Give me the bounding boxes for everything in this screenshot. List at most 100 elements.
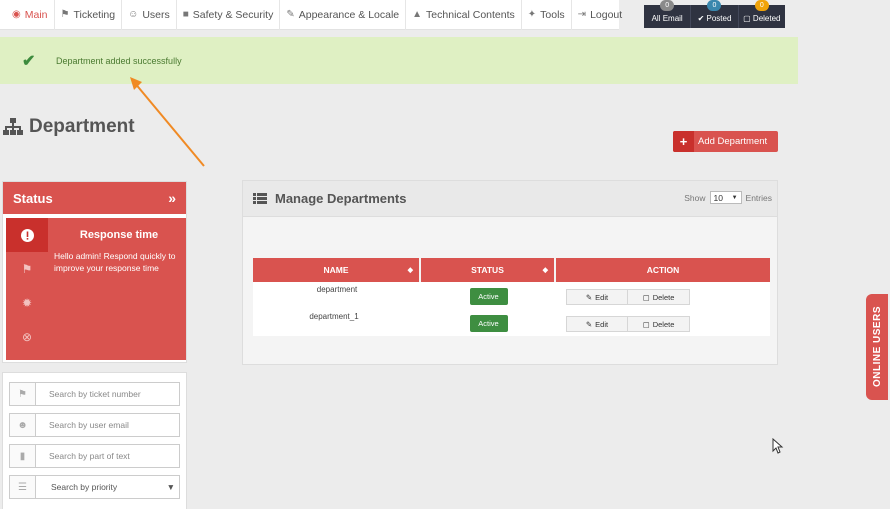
email-search-input[interactable] xyxy=(36,414,179,436)
nav-main[interactable]: ◉ Main xyxy=(6,0,55,30)
plus-icon: + xyxy=(673,131,694,152)
mouse-cursor-icon xyxy=(772,438,784,454)
nav-appearance-locale[interactable]: ✎ Appearance & Locale xyxy=(280,0,407,30)
nav-appearance-label: Appearance & Locale xyxy=(298,8,400,21)
nav-safety-label: Safety & Security xyxy=(192,8,274,21)
deleted-label: Deleted xyxy=(752,14,781,23)
edit-button[interactable]: ✎ Edit xyxy=(566,289,628,305)
status-panel: Status » ⚑ ✹ ⊗ Response time Hello admin… xyxy=(2,181,187,363)
tag-icon: ⚑ xyxy=(10,383,36,405)
posted-label: Posted xyxy=(706,14,732,23)
sort-icon: ◆ xyxy=(542,267,548,274)
department-name-cell: department xyxy=(253,282,421,309)
delete-button[interactable]: ▢ Delete xyxy=(628,289,690,305)
nav-ticketing[interactable]: ⚑ Ticketing xyxy=(55,0,123,30)
column-action: ACTION xyxy=(556,258,770,282)
ticket-search-field: ⚑ xyxy=(9,382,180,406)
page-title-text: Department xyxy=(29,116,135,137)
graduation-cap-icon: ▲ xyxy=(412,9,423,20)
check-icon: ✔ xyxy=(697,14,707,23)
success-alert: ✔ Department added successfully xyxy=(0,37,798,84)
wrench-icon: ✦ xyxy=(527,9,537,20)
user-icon: ☻ xyxy=(10,414,36,436)
list-icon: ☰ xyxy=(10,476,36,498)
column-status[interactable]: STATUS ◆ xyxy=(421,258,556,282)
text-search-field: ▮ xyxy=(9,444,180,468)
edit-button[interactable]: ✎ Edit xyxy=(566,316,628,332)
entries-control: Show 10 ▼ Entries xyxy=(684,191,772,204)
email-counters: 0 All Email 0 ✔ Posted 0 ▢ Deleted xyxy=(644,0,785,28)
lock-icon: ■ xyxy=(182,9,189,20)
nav-tools-label: Tools xyxy=(540,8,565,21)
sort-icon: ◆ xyxy=(407,267,413,274)
caret-down-icon: ▼ xyxy=(731,194,738,201)
trash-icon: ▢ xyxy=(642,319,650,329)
nav-users-label: Users xyxy=(142,8,170,21)
counter-posted[interactable]: 0 ✔ Posted xyxy=(691,0,739,28)
department-action-cell: ✎ Edit ▢ Delete xyxy=(556,309,770,336)
ticket-search-input[interactable] xyxy=(36,383,179,405)
double-chevron-right-icon[interactable]: » xyxy=(168,190,176,206)
tag-icon: ⚑ xyxy=(60,9,70,20)
check-icon: ✔ xyxy=(22,52,36,70)
email-search-field: ☻ xyxy=(9,413,180,437)
response-time-title: Response time xyxy=(79,229,159,241)
department-name-cell: department_1 xyxy=(253,309,421,336)
response-time-text: Hello admin! Respond quickly to improve … xyxy=(54,251,176,273)
department-status-cell: Active xyxy=(421,282,556,309)
pencil-icon: ✎ xyxy=(585,319,593,329)
nav-safety-security[interactable]: ■ Safety & Security xyxy=(177,0,281,30)
sitemap-icon xyxy=(3,118,23,135)
department-status-cell: Active xyxy=(421,309,556,336)
priority-select[interactable]: Search by priority ▼ xyxy=(36,476,179,498)
delete-label: Delete xyxy=(652,292,675,302)
brush-icon: ✎ xyxy=(286,9,295,20)
nav-logout[interactable]: ⇥ Logout xyxy=(572,0,629,30)
add-department-button[interactable]: + Add Department xyxy=(673,131,778,152)
department-name: department_1 xyxy=(309,312,359,321)
exclamation-icon[interactable] xyxy=(6,218,48,252)
main-icon: ◉ xyxy=(12,9,21,20)
department-name: department xyxy=(316,285,358,294)
list-icon xyxy=(253,193,267,204)
users-icon: ☺ xyxy=(128,9,139,20)
status-icon-column: ⚑ ✹ ⊗ xyxy=(6,218,48,360)
search-panel: ⚑ ☻ ▮ ☰ Search by priority ▼ xyxy=(2,372,187,509)
text-search-input[interactable] xyxy=(36,445,179,467)
column-name[interactable]: NAME ◆ xyxy=(253,258,421,282)
entries-value: 10 xyxy=(713,192,723,203)
table-header: NAME ◆ STATUS ◆ ACTION xyxy=(253,258,770,282)
page-title: Department xyxy=(3,116,135,138)
close-circle-icon[interactable]: ⊗ xyxy=(6,320,48,354)
edit-label: Edit xyxy=(595,319,609,329)
nav-technical-contents[interactable]: ▲ Technical Contents xyxy=(406,0,522,30)
status-title: Status xyxy=(13,190,53,206)
table-row: department Active ✎ Edit ▢ Delete xyxy=(253,282,770,309)
status-active-button[interactable]: Active xyxy=(469,288,508,305)
trash-icon: ▢ xyxy=(642,292,650,302)
show-label: Show xyxy=(684,192,706,203)
caret-down-icon: ▼ xyxy=(166,482,175,492)
counter-all-email[interactable]: 0 All Email xyxy=(644,0,692,28)
status-body: ⚑ ✹ ⊗ Response time Hello admin! Respond… xyxy=(6,218,186,360)
online-users-tab[interactable]: ONLINE USERS xyxy=(866,294,888,400)
status-header[interactable]: Status » xyxy=(3,182,186,214)
counter-deleted[interactable]: 0 ▢ Deleted xyxy=(739,0,785,28)
all-email-label: All Email xyxy=(651,14,683,23)
status-active-button[interactable]: Active xyxy=(469,315,508,332)
nav-main-label: Main xyxy=(24,8,48,21)
tag-icon[interactable]: ⚑ xyxy=(6,252,48,286)
nav-tools[interactable]: ✦ Tools xyxy=(522,0,572,30)
trash-icon: ▢ xyxy=(743,14,753,23)
entries-select[interactable]: 10 ▼ xyxy=(709,191,742,204)
department-action-cell: ✎ Edit ▢ Delete xyxy=(556,282,770,309)
priority-select-label: Search by priority xyxy=(51,482,118,492)
entries-label: Entries xyxy=(745,192,772,203)
nav-users[interactable]: ☺ Users xyxy=(122,0,177,30)
pencil-icon: ✎ xyxy=(585,292,593,302)
priority-search-field[interactable]: ☰ Search by priority ▼ xyxy=(9,475,180,499)
spinner-icon[interactable]: ✹ xyxy=(6,286,48,320)
column-action-label: ACTION xyxy=(646,265,680,275)
delete-button[interactable]: ▢ Delete xyxy=(628,316,690,332)
edit-label: Edit xyxy=(595,292,609,302)
